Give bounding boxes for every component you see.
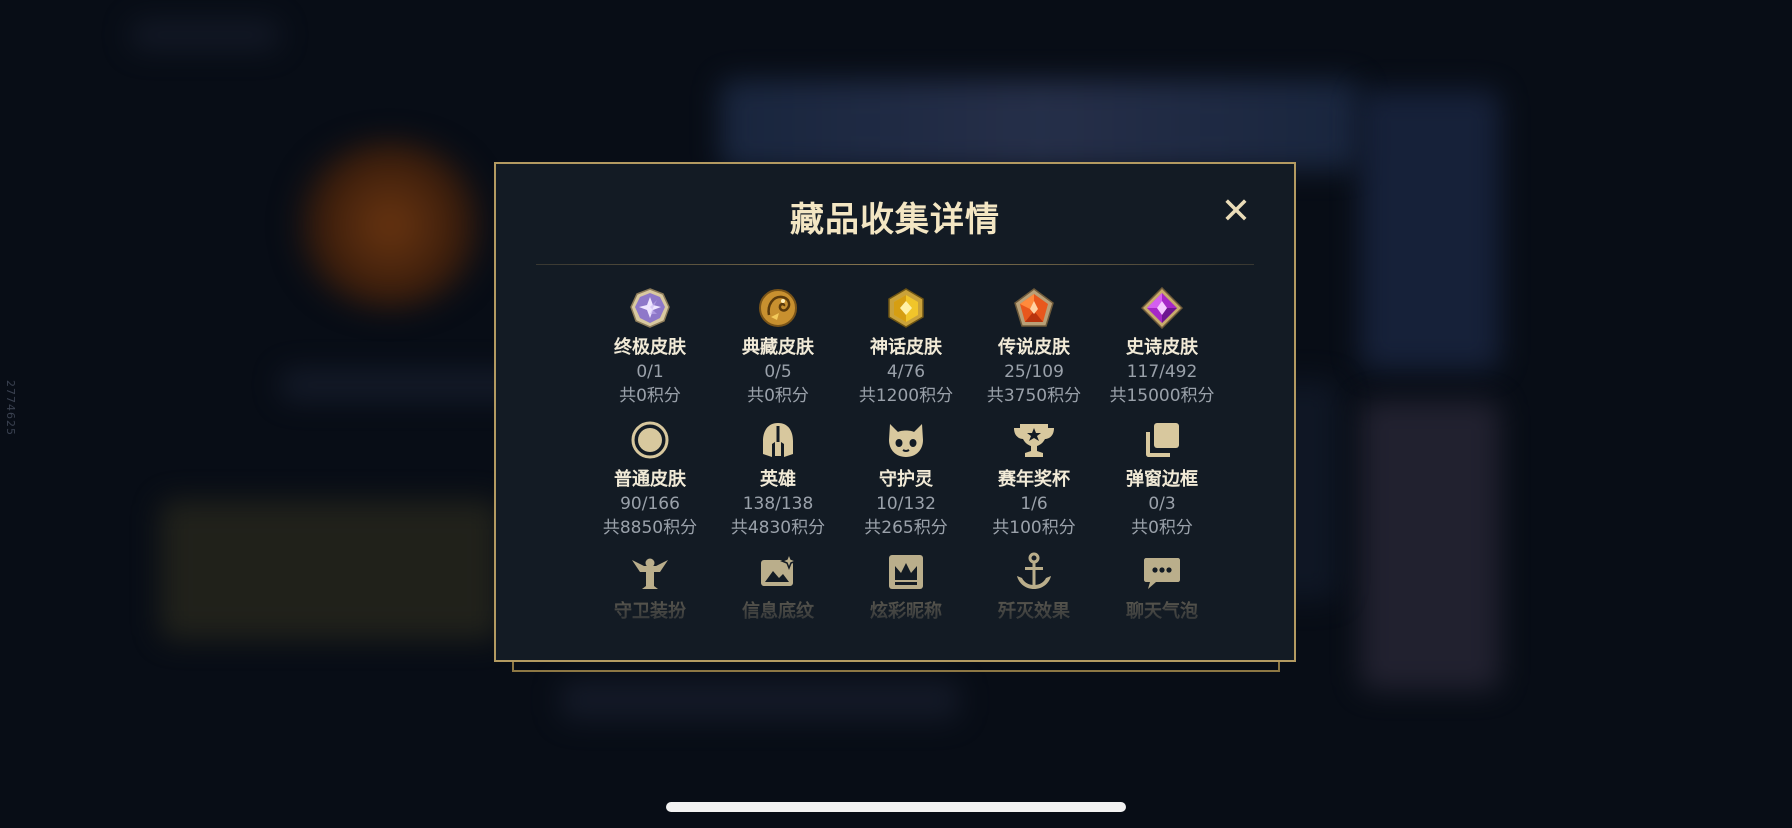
crown-card-icon: [842, 550, 970, 594]
collection-item-popup-frame[interactable]: 弹窗边框 0/3 共0积分: [1098, 418, 1226, 550]
ultimate-gem-icon: [586, 286, 714, 330]
collection-item-normal-skin[interactable]: 普通皮肤 90/166 共8850积分: [586, 418, 714, 550]
bg-bar-blur: [560, 680, 960, 720]
collection-row: 普通皮肤 90/166 共8850积分 英雄 138/138 共4830积分 守…: [586, 418, 1226, 550]
collection-details-modal: 藏品收集详情 ✕ 终极皮肤 0/1 共0积分 典藏皮肤 0/5 共0积分 神话皮…: [494, 162, 1296, 662]
collection-item-info-pattern[interactable]: 信息底纹: [714, 550, 842, 682]
collection-grid: 终极皮肤 0/1 共0积分 典藏皮肤 0/5 共0积分 神话皮肤 4/76 共1…: [586, 286, 1226, 682]
legendary-gem-icon: [970, 286, 1098, 330]
bg-header-blur: [130, 20, 280, 50]
guardian-face-icon: [842, 418, 970, 462]
epic-gem-icon: [1098, 286, 1226, 330]
image-sparkle-icon: [714, 550, 842, 594]
bg-panel-blur: [160, 500, 500, 640]
collection-item-guardian[interactable]: 守护灵 10/132 共265积分: [842, 418, 970, 550]
collection-row: 守卫装扮 信息底纹 炫彩昵称 歼灭效果 聊天气泡: [586, 550, 1226, 682]
mythic-gem-icon: [842, 286, 970, 330]
ward-icon: [586, 550, 714, 594]
bg-card-blur: [1360, 400, 1500, 690]
collection-item-season-trophy[interactable]: 赛年奖杯 1/6 共100积分: [970, 418, 1098, 550]
anchor-icon: [970, 550, 1098, 594]
chat-bubble-icon: [1098, 550, 1226, 594]
collection-item-classic-skin[interactable]: 典藏皮肤 0/5 共0积分: [714, 286, 842, 418]
trophy-icon: [970, 418, 1098, 462]
collection-item-ultimate-skin[interactable]: 终极皮肤 0/1 共0积分: [586, 286, 714, 418]
bg-card-blur: [1360, 90, 1500, 370]
side-id-text: 2774625: [4, 380, 17, 436]
dragon-emblem-icon: [714, 286, 842, 330]
bg-avatar-blur: [290, 140, 490, 310]
collection-item-legendary-skin[interactable]: 传说皮肤 25/109 共3750积分: [970, 286, 1098, 418]
collection-item-hero[interactable]: 英雄 138/138 共4830积分: [714, 418, 842, 550]
circle-icon: [586, 418, 714, 462]
collection-item-ward-skin[interactable]: 守卫装扮: [586, 550, 714, 682]
title-divider: [536, 264, 1254, 265]
collection-item-mythic-skin[interactable]: 神话皮肤 4/76 共1200积分: [842, 286, 970, 418]
close-icon: ✕: [1220, 191, 1252, 232]
home-indicator[interactable]: [666, 802, 1126, 812]
collection-row: 终极皮肤 0/1 共0积分 典藏皮肤 0/5 共0积分 神话皮肤 4/76 共1…: [586, 286, 1226, 418]
collection-item-epic-skin[interactable]: 史诗皮肤 117/492 共15000积分: [1098, 286, 1226, 418]
collection-item-colorful-nickname[interactable]: 炫彩昵称: [842, 550, 970, 682]
collection-item-elimination-effect[interactable]: 歼灭效果: [970, 550, 1098, 682]
stacked-frames-icon: [1098, 418, 1226, 462]
modal-title: 藏品收集详情: [790, 200, 1000, 240]
collection-item-chat-bubble[interactable]: 聊天气泡: [1098, 550, 1226, 682]
bg-banner-blur: [720, 80, 1360, 170]
close-button[interactable]: ✕: [1218, 194, 1254, 230]
helmet-icon: [714, 418, 842, 462]
